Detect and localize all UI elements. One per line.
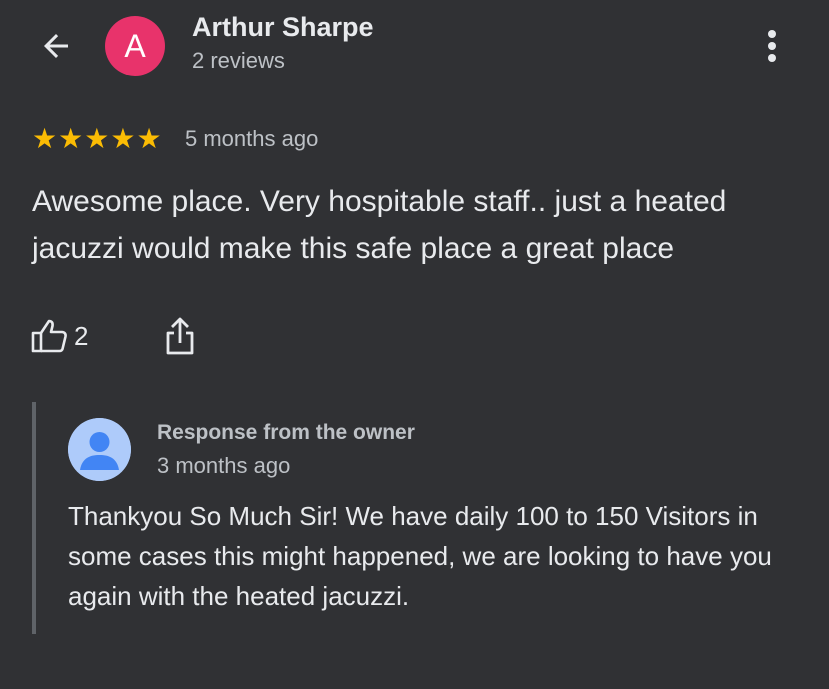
share-icon	[166, 317, 194, 355]
review-time: 5 months ago	[185, 126, 319, 151]
star-icon: ★	[58, 123, 84, 154]
share-button[interactable]	[158, 314, 202, 358]
response-divider	[32, 402, 36, 634]
arrow-left-icon	[44, 34, 68, 58]
owner-avatar	[68, 418, 131, 481]
like-count: 2	[74, 320, 89, 351]
star-icon: ★	[32, 123, 58, 154]
reviewer-avatar[interactable]: A	[105, 16, 165, 76]
more-options-button[interactable]	[752, 24, 792, 68]
star-icon: ★	[110, 123, 136, 154]
star-icon: ★	[136, 123, 162, 154]
back-button[interactable]	[30, 24, 82, 68]
reviewer-initial: A	[124, 27, 146, 64]
review-count: 2 reviews	[192, 48, 285, 73]
like-button[interactable]: 2	[30, 314, 88, 358]
response-time: 3 months ago	[157, 453, 291, 478]
response-title: Response from the owner	[157, 421, 415, 444]
star-rating: ★ ★ ★ ★ ★	[32, 124, 162, 154]
star-icon: ★	[84, 123, 110, 154]
thumb-up-icon	[31, 319, 67, 353]
response-text: Thankyou So Much Sir! We have daily 100 …	[68, 501, 772, 611]
more-vert-icon	[768, 30, 776, 62]
reviewer-name[interactable]: Arthur Sharpe	[192, 12, 374, 43]
person-avatar-icon	[68, 418, 131, 481]
review-text: Awesome place. Very hospitable staff.. j…	[32, 185, 727, 265]
